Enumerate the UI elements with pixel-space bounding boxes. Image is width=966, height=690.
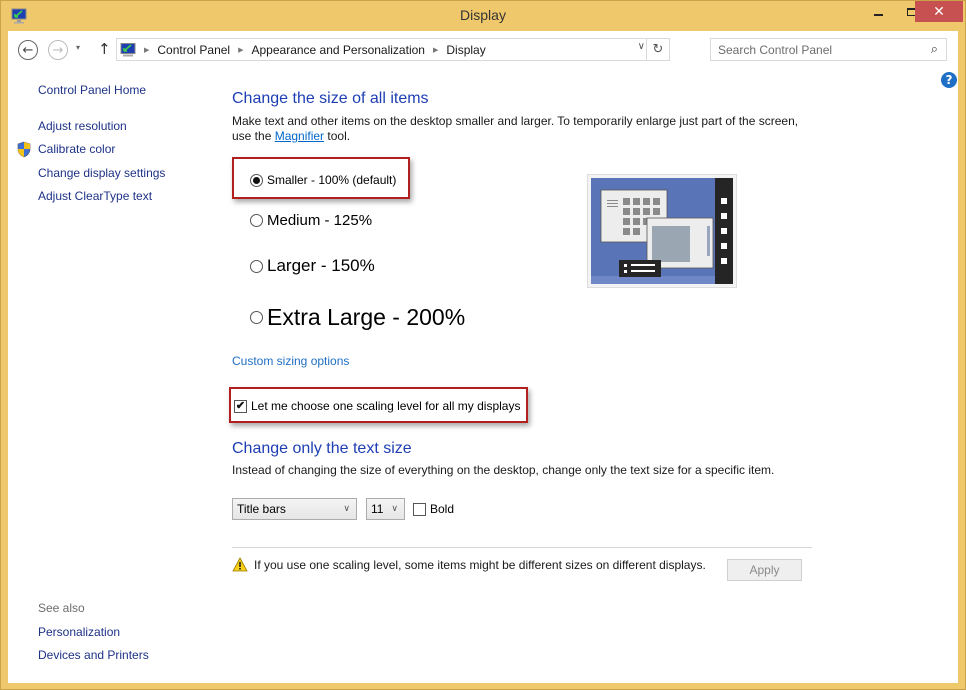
bold-checkbox[interactable] [413, 502, 426, 516]
search-input[interactable] [711, 39, 911, 60]
chevron-down-icon: ▾ [76, 43, 81, 52]
address-dropdown-icon[interactable]: ∨ [638, 41, 645, 52]
warning-text: If you use one scaling level, some items… [254, 558, 706, 572]
option-smaller[interactable]: Smaller - 100% (default) [250, 173, 396, 187]
radio-smaller[interactable] [250, 173, 263, 187]
option-medium-label: Medium - 125% [267, 212, 373, 229]
sidebar-adjust-cleartype[interactable]: Adjust ClearType text [38, 189, 152, 203]
size-description-end: tool. [324, 129, 351, 143]
sidebar: Control Panel Home Adjust resolution Cal… [8, 69, 218, 683]
option-larger-label: Larger - 150% [267, 256, 375, 275]
text-size-description: Instead of changing the size of everythi… [232, 463, 775, 477]
close-button[interactable]: ✕ [915, 1, 963, 22]
chevron-down-icon: ∨ [391, 503, 398, 513]
uac-shield-icon [17, 141, 31, 158]
recent-locations-button[interactable]: ▾ [76, 43, 80, 52]
see-also-label: See also [38, 601, 85, 615]
breadcrumb-separator-icon: ▶ [238, 45, 244, 54]
navigation-bar: ← → ▾ ↑ ▶ Control Panel ▶ Appearance and… [8, 31, 958, 69]
custom-sizing-options-link[interactable]: Custom sizing options [232, 354, 349, 368]
close-icon: ✕ [933, 3, 945, 20]
chevron-down-icon: ∨ [343, 503, 350, 513]
size-description: Make text and other items on the desktop… [232, 114, 812, 144]
title-bar[interactable]: Display ✕ [1, 1, 965, 31]
radio-larger[interactable] [250, 259, 263, 273]
text-size-heading: Change only the text size [232, 440, 412, 457]
breadcrumb-display[interactable]: Display [446, 43, 485, 57]
option-larger[interactable]: Larger - 150% [250, 256, 375, 276]
window-title: Display [460, 7, 506, 23]
warning-icon [232, 557, 248, 572]
breadcrumb-separator-icon: ▶ [144, 45, 150, 54]
forward-button[interactable]: → [48, 40, 68, 60]
divider [232, 547, 812, 548]
option-extra-large[interactable]: Extra Large - 200% [250, 304, 465, 331]
back-arrow-icon: ← [22, 42, 34, 58]
apply-button[interactable]: Apply [727, 559, 802, 581]
sidebar-calibrate-color[interactable]: Calibrate color [38, 142, 115, 156]
one-scaling-level-option[interactable]: ✔ Let me choose one scaling level for al… [234, 399, 520, 413]
magnifier-link[interactable]: Magnifier [275, 129, 324, 143]
radio-medium[interactable] [250, 214, 263, 227]
window-client-area: ← → ▾ ↑ ▶ Control Panel ▶ Appearance and… [8, 31, 958, 683]
option-smaller-label: Smaller - 100% (default) [267, 173, 397, 187]
control-panel-icon [120, 42, 136, 56]
text-item-value: Title bars [237, 502, 286, 516]
one-scaling-level-label: Let me choose one scaling level for all … [251, 399, 521, 413]
one-scaling-level-checkbox[interactable]: ✔ [234, 399, 247, 413]
radio-extra-large[interactable] [250, 311, 263, 324]
sidebar-change-display-settings[interactable]: Change display settings [38, 166, 165, 180]
sidebar-control-panel-home[interactable]: Control Panel Home [38, 83, 146, 97]
breadcrumb-appearance[interactable]: Appearance and Personalization [252, 43, 425, 57]
sidebar-devices-and-printers[interactable]: Devices and Printers [38, 648, 149, 662]
refresh-icon: ↻ [652, 42, 664, 57]
option-extra-large-label: Extra Large - 200% [267, 304, 466, 330]
display-preview-image [587, 174, 737, 288]
search-icon[interactable]: ⌕ [931, 42, 938, 57]
display-window: Display ✕ ← → ▾ ↑ ▶ Control Panel ▶ Appe… [0, 0, 966, 690]
forward-arrow-icon: → [52, 42, 64, 58]
help-icon[interactable]: ? [941, 72, 957, 88]
search-box[interactable]: ⌕ [710, 38, 947, 61]
minimize-icon [873, 13, 883, 16]
font-size-value: 11 [371, 502, 384, 516]
up-button[interactable]: ↑ [98, 40, 111, 58]
minimize-button[interactable] [861, 1, 895, 22]
breadcrumb-control-panel[interactable]: Control Panel [157, 43, 230, 57]
font-size-select[interactable]: 11 ∨ [366, 498, 405, 520]
refresh-button[interactable]: ↻ [646, 39, 669, 60]
bold-label: Bold [430, 502, 455, 516]
text-item-select[interactable]: Title bars ∨ [232, 498, 357, 520]
size-heading: Change the size of all items [232, 90, 429, 107]
bold-option[interactable]: Bold [413, 502, 454, 516]
address-bar[interactable]: ▶ Control Panel ▶ Appearance and Persona… [116, 38, 670, 61]
sidebar-personalization[interactable]: Personalization [38, 625, 120, 639]
option-medium[interactable]: Medium - 125% [250, 212, 372, 229]
breadcrumb-separator-icon: ▶ [432, 45, 439, 54]
up-arrow-icon: ↑ [98, 40, 111, 58]
back-button[interactable]: ← [18, 40, 38, 60]
sidebar-adjust-resolution[interactable]: Adjust resolution [38, 119, 127, 133]
